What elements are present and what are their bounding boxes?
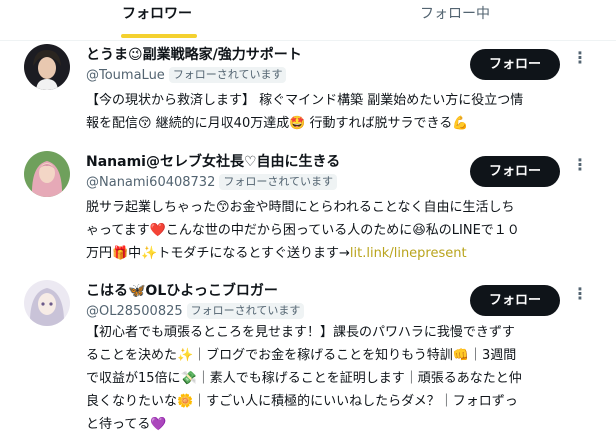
active-tab-indicator: [121, 34, 197, 38]
avatar[interactable]: [24, 44, 70, 90]
bio-line: 報を配信😚 継続的に月収40万達成🤩 行動すれば脱サラできる💪: [86, 116, 469, 131]
follow-button[interactable]: フォロー: [470, 156, 560, 187]
bio: 【今の現状から救済します】 稼ぐマインド構築 副業始めたい方に役立つ情 報を配信…: [86, 89, 602, 135]
user-row[interactable]: Nanami@セレブ女社長♡自由に生きる @Nanami60408732 フォロー…: [0, 151, 616, 269]
bio-text: 万円🎁中✨トモダチになるとすぐ送ります→: [86, 246, 350, 261]
handle-text[interactable]: @Nanami60408732: [86, 175, 215, 190]
bio-line: 【初心者でも頑張るところを見せます！】課長のパワハラに我慢できずす: [86, 325, 515, 340]
more-icon[interactable]: ⋮: [572, 155, 588, 183]
follow-button[interactable]: フォロー: [470, 49, 560, 80]
follows-you-badge: フォローされています: [168, 67, 287, 83]
tab-following[interactable]: フォロー中: [420, 0, 490, 40]
follows-you-badge: フォローされています: [186, 303, 305, 319]
bio-line: ることを決めた✨｜ブログでお金を稼げることを知りもう特訓👊｜3週間: [86, 348, 517, 363]
bio: 【初心者でも頑張るところを見せます！】課長のパワハラに我慢できずす ることを決め…: [86, 321, 602, 436]
bio-line: で収益が15倍に💸｜素人でも稼げることを証明します｜頑張るあなたと仲: [86, 371, 522, 386]
bio-line: 万円🎁中✨トモダチになるとすぐ送ります→lit.link/linepresent: [86, 242, 602, 265]
bio-line: ゃってます❤️こんな世の中だから困っている人のために😆私のLINEで１０: [86, 223, 520, 238]
handle: @ToumaLue フォローされています: [86, 66, 287, 86]
avatar[interactable]: [24, 280, 70, 326]
bio: 脱サラ起業しちゃった😙お金や時間にとらわれることなく自由に生活しち ゃってます❤…: [86, 196, 602, 265]
user-row[interactable]: こはる🦋OLひよっこブロガー @OL28500825 フォローされています フォロ…: [0, 280, 616, 432]
handle-text[interactable]: @OL28500825: [86, 304, 183, 319]
bio-line: 良くなりたいな🌼｜すごい人に積極的にいいねしたらダメ？｜フォロずっ: [86, 394, 518, 409]
tab-bar: フォロワー フォロー中: [0, 0, 616, 41]
avatar[interactable]: [24, 151, 70, 197]
handle: @OL28500825 フォローされています: [86, 302, 305, 322]
display-name[interactable]: こはる🦋OLひよっこブロガー: [86, 280, 278, 302]
bio-line: と待ってる💜: [86, 417, 167, 432]
follow-button[interactable]: フォロー: [470, 285, 560, 316]
bio-line: 脱サラ起業しちゃった😙お金や時間にとらわれることなく自由に生活しち: [86, 200, 515, 215]
bio-line: 【今の現状から救済します】 稼ぐマインド構築 副業始めたい方に役立つ情: [86, 93, 524, 108]
display-name[interactable]: とうま😉副業戦略家/強力サポート: [86, 44, 302, 66]
follows-you-badge: フォローされています: [219, 174, 338, 190]
handle: @Nanami60408732 フォローされています: [86, 173, 338, 193]
more-icon[interactable]: ⋮: [572, 284, 588, 312]
handle-text[interactable]: @ToumaLue: [86, 68, 165, 83]
more-icon[interactable]: ⋮: [572, 48, 588, 76]
user-row[interactable]: とうま😉副業戦略家/強力サポート @ToumaLue フォローされています フォロ…: [0, 44, 616, 136]
display-name[interactable]: Nanami@セレブ女社長♡自由に生きる: [86, 151, 340, 173]
bio-link[interactable]: lit.link/linepresent: [350, 246, 467, 261]
